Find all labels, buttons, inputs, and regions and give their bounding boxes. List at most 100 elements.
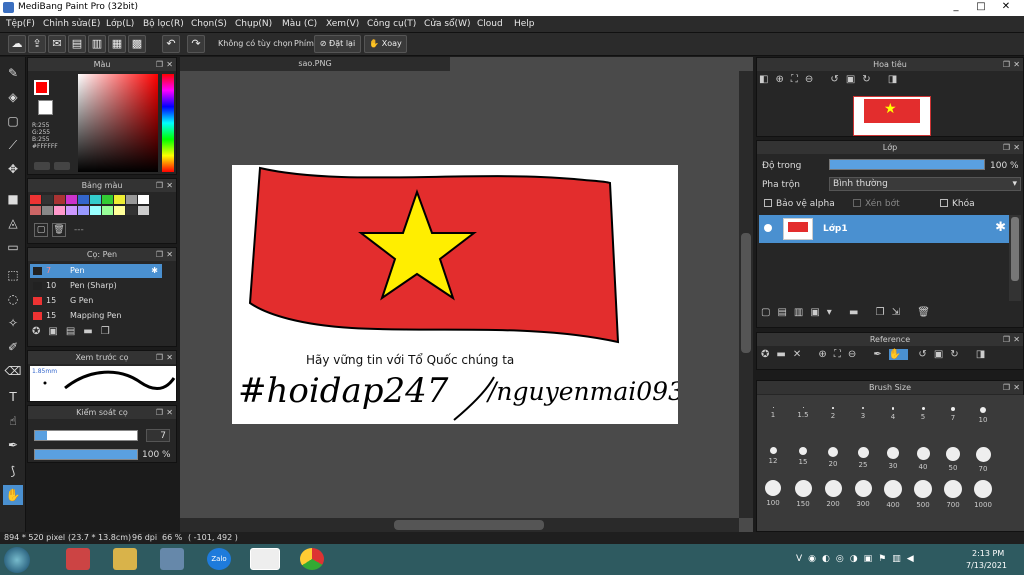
brush-size-option[interactable]: 20: [820, 447, 846, 468]
chrome-icon[interactable]: [300, 548, 324, 570]
brush-size-option[interactable]: 10: [970, 399, 996, 424]
magic-wand-icon[interactable]: ✧: [3, 313, 23, 333]
palette-swatch[interactable]: [90, 206, 101, 215]
fill-rect-tool-icon[interactable]: ■: [3, 189, 23, 209]
menu-layer[interactable]: Lớp(L): [106, 19, 134, 29]
menu-help[interactable]: Help: [514, 19, 535, 29]
document-tab[interactable]: sao.PNG: [180, 57, 450, 71]
brush-size-option[interactable]: 150: [790, 480, 816, 508]
vertical-scroll-thumb[interactable]: [741, 233, 751, 353]
opacity-slider[interactable]: [34, 449, 138, 460]
layout-icon[interactable]: ▦: [108, 35, 126, 53]
brush-size-option[interactable]: 300: [850, 480, 876, 508]
palette-swatch[interactable]: [54, 195, 65, 204]
palette-swatches[interactable]: [30, 195, 158, 217]
cloud-icon[interactable]: ☁: [8, 35, 26, 53]
close-icon[interactable]: ✕: [1013, 381, 1020, 394]
palette-swatch[interactable]: [102, 195, 113, 204]
system-tray[interactable]: V◉◐◎◑▣⚑▥◀: [796, 554, 960, 568]
layer-row[interactable]: Lớp1 ✱: [759, 215, 1009, 243]
brush-size-option[interactable]: 100: [760, 480, 786, 507]
hue-slider[interactable]: [162, 74, 174, 172]
lasso-tool-icon[interactable]: ◌: [3, 289, 23, 309]
undo-icon[interactable]: ↶: [162, 35, 180, 53]
lock-checkbox[interactable]: [940, 199, 948, 207]
brush-size-option[interactable]: 40: [910, 447, 936, 471]
taskbar-app-icon[interactable]: [66, 548, 90, 570]
maximize-button[interactable]: □: [970, 0, 992, 14]
palette-swatch[interactable]: [126, 195, 137, 204]
brush-size-option[interactable]: 25: [850, 447, 876, 469]
close-icon[interactable]: ✕: [166, 351, 173, 364]
brush-size-option[interactable]: 1000: [970, 480, 996, 509]
brush-size-option[interactable]: 3: [850, 399, 876, 420]
line-tool-icon[interactable]: ⟋: [3, 135, 23, 155]
page-icon[interactable]: ▥: [88, 35, 106, 53]
brush-size-option[interactable]: 500: [910, 480, 936, 509]
menu-select[interactable]: Chọn(S): [191, 19, 227, 29]
brush-size-option[interactable]: 1: [760, 399, 786, 419]
navigator-thumbnail[interactable]: ★: [853, 96, 931, 136]
palette-swatch[interactable]: [114, 206, 125, 215]
size-slider[interactable]: [34, 430, 138, 441]
reference-toolbar[interactable]: ✪▬✕ ⊕⛶⊖ ✒✋ ↺▣↻ ◨: [761, 349, 1024, 367]
brush-size-option[interactable]: 7: [940, 399, 966, 422]
palette-swatch[interactable]: [78, 206, 89, 215]
vertical-scrollbar[interactable]: [739, 71, 753, 518]
move-tool-icon[interactable]: ✥: [3, 159, 23, 179]
color-mode-button[interactable]: [34, 162, 50, 170]
brush-size-option[interactable]: 1.5: [790, 399, 816, 419]
brush-size-option[interactable]: 200: [820, 480, 846, 508]
brush-actions[interactable]: ✪▣▤▬❐: [32, 326, 172, 342]
bucket-tool-icon[interactable]: ◬: [3, 213, 23, 233]
layer-actions[interactable]: ▢▤▥▣▾ ▬ ❐⇲ 🗑: [761, 307, 1021, 325]
palette-swatch[interactable]: [66, 206, 77, 215]
close-icon[interactable]: ✕: [1013, 333, 1020, 346]
palette-swatch[interactable]: [138, 206, 149, 215]
palette-swatch[interactable]: [54, 206, 65, 215]
layer-opacity-slider[interactable]: [829, 159, 985, 170]
menu-cloud[interactable]: Cloud: [477, 19, 503, 29]
brush-tool-icon[interactable]: ✎: [3, 63, 23, 83]
menu-window[interactable]: Cửa sổ(W): [424, 19, 470, 29]
select-eraser-icon[interactable]: ⌫: [3, 361, 23, 381]
brush-size-option[interactable]: 4: [880, 399, 906, 421]
brush-item[interactable]: 15 Mapping Pen: [30, 309, 162, 323]
dropper-tool-icon[interactable]: ⟆: [3, 461, 23, 481]
upload-icon[interactable]: ⇪: [28, 35, 46, 53]
eraser-tool-icon[interactable]: ◈: [3, 87, 23, 107]
menu-filter[interactable]: Bộ lọc(R): [143, 19, 184, 29]
horizontal-scroll-thumb[interactable]: [394, 520, 544, 530]
select-tool-icon[interactable]: ⬚: [3, 265, 23, 285]
menu-tools[interactable]: Công cụ(T): [367, 19, 416, 29]
close-icon[interactable]: ✕: [166, 248, 173, 261]
menu-view[interactable]: Xem(V): [326, 19, 359, 29]
palette-swatch[interactable]: [114, 195, 125, 204]
brush-size-option[interactable]: 5: [910, 399, 936, 421]
layer-scrollbar[interactable]: [1009, 215, 1021, 301]
brush-size-option[interactable]: 50: [940, 447, 966, 472]
color-mode-button-2[interactable]: [54, 162, 70, 170]
close-icon[interactable]: ✕: [166, 179, 173, 192]
horizontal-scrollbar[interactable]: [180, 518, 739, 532]
minimize-button[interactable]: _: [945, 0, 967, 14]
brush-size-option[interactable]: 400: [880, 480, 906, 509]
medibang-icon[interactable]: [250, 548, 280, 570]
foreground-color-swatch[interactable]: [34, 80, 49, 95]
close-icon[interactable]: ✕: [166, 58, 173, 71]
taskbar-app-icon[interactable]: [160, 548, 184, 570]
grid-icon[interactable]: ▩: [128, 35, 146, 53]
palette-swatch[interactable]: [30, 206, 41, 215]
size-value[interactable]: 7: [146, 429, 170, 442]
redo-icon[interactable]: ↷: [187, 35, 205, 53]
file-explorer-icon[interactable]: [113, 548, 137, 570]
eyedropper-tool-icon[interactable]: ✒: [3, 435, 23, 455]
start-button[interactable]: [4, 547, 30, 573]
saturation-value-picker[interactable]: [78, 74, 158, 172]
brush-item[interactable]: 10 Pen (Sharp): [30, 279, 162, 293]
brush-item[interactable]: 15 G Pen: [30, 294, 162, 308]
brush-size-option[interactable]: 70: [970, 447, 996, 473]
canvas-area[interactable]: sao.PNG Hãy vững tin với Tổ Quốc chúng t…: [180, 57, 753, 532]
menu-capture[interactable]: Chụp(N): [235, 19, 272, 29]
palette-swatch[interactable]: [138, 195, 149, 204]
